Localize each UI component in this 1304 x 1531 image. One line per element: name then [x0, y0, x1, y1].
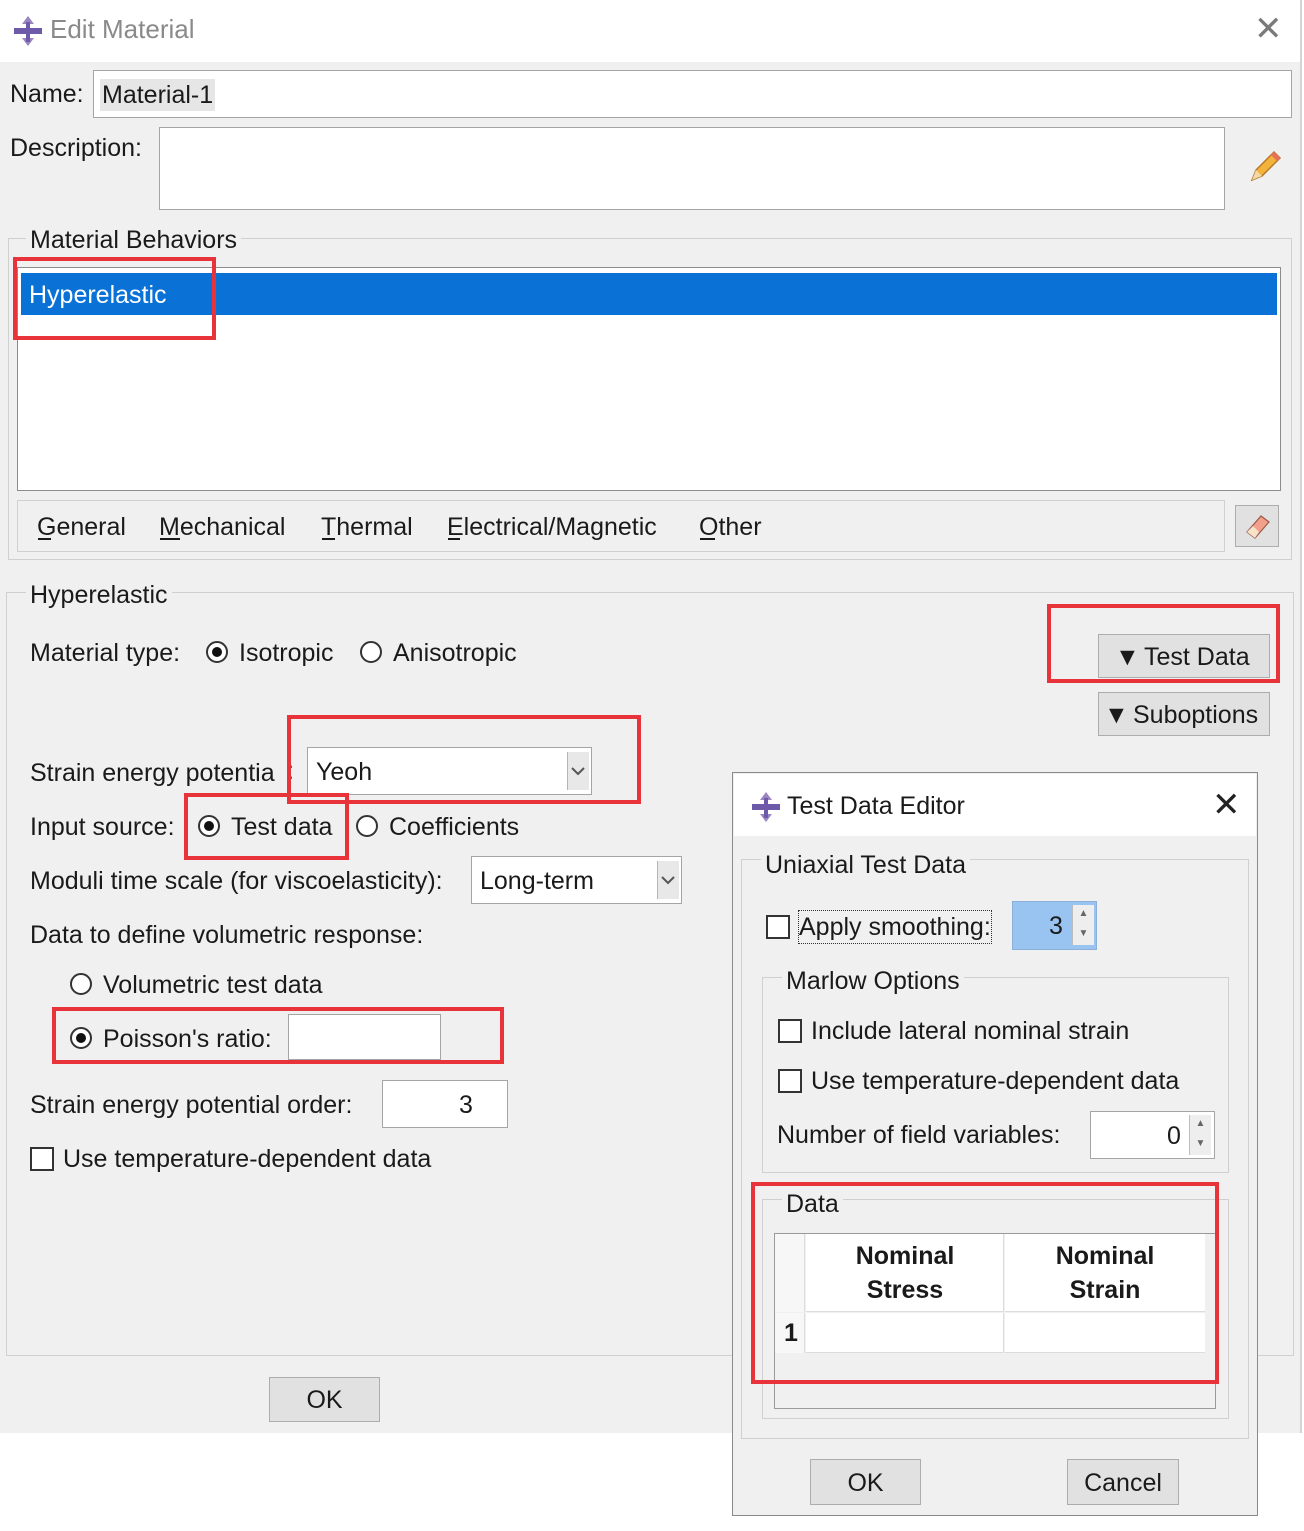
highlight-box: [13, 257, 216, 340]
material-type-label: Material type:: [30, 639, 181, 667]
spin-up-icon[interactable]: ▲: [1072, 905, 1094, 925]
moduli-select[interactable]: Long-term: [471, 856, 682, 904]
order-input[interactable]: 3: [382, 1080, 508, 1128]
moduli-value: Long-term: [480, 867, 594, 895]
isotropic-label[interactable]: Isotropic: [239, 637, 333, 669]
field-vars-label: Number of field variables:: [777, 1121, 1061, 1149]
test-data-editor-dialog: Test Data Editor ✕ Uniaxial Test Data Ap…: [732, 772, 1258, 1516]
smoothing-value: 3: [1049, 912, 1063, 940]
use-temp-checkbox[interactable]: [778, 1069, 802, 1093]
spin-down-icon[interactable]: ▼: [1072, 925, 1094, 945]
dialog-cancel-button[interactable]: Cancel: [1067, 1459, 1179, 1505]
dialog-title: Test Data Editor: [787, 792, 965, 820]
window-title: Edit Material: [50, 14, 195, 44]
dialog-ok-button[interactable]: OK: [810, 1459, 921, 1505]
dialog-title-bar: Test Data Editor ✕: [734, 774, 1256, 836]
close-icon[interactable]: ✕: [1254, 12, 1283, 46]
smoothing-spinbox[interactable]: 3 ▲ ▼: [1012, 901, 1097, 950]
abaqus-logo-icon: [14, 16, 42, 46]
accel-underline: [700, 538, 715, 540]
volumetric-label: Data to define volumetric response:: [30, 921, 424, 949]
apply-smoothing-checkbox[interactable]: [766, 915, 790, 939]
order-value: 3: [459, 1091, 473, 1119]
highlight-box: [751, 1182, 1219, 1384]
coefficients-label[interactable]: Coefficients: [389, 811, 519, 843]
close-icon[interactable]: ✕: [1212, 788, 1241, 822]
menu-electrical-magnetic[interactable]: Electrical/Magnetic: [447, 511, 657, 543]
accel-underline: [160, 538, 180, 540]
suboptions-button-label: Suboptions: [1133, 701, 1259, 729]
anisotropic-radio[interactable]: [360, 641, 382, 663]
hyperelastic-title: Hyperelastic: [26, 580, 172, 610]
accel-underline: [448, 538, 460, 540]
dialog-ok-label: OK: [847, 1469, 884, 1497]
isotropic-radio[interactable]: [206, 641, 228, 663]
field-vars-value: 0: [1167, 1122, 1181, 1150]
strain-energy-label: Strain energy potentia: [30, 759, 275, 787]
pencil-icon[interactable]: [1244, 148, 1284, 188]
name-input[interactable]: Material-1: [93, 70, 1292, 118]
marlow-options-title: Marlow Options: [782, 966, 964, 996]
abaqus-logo-icon: [752, 792, 780, 822]
highlight-box: [52, 1007, 504, 1064]
accel-underline: [322, 538, 335, 540]
spin-up-icon[interactable]: ▲: [1189, 1115, 1211, 1135]
ok-button-label: OK: [306, 1386, 343, 1414]
moduli-label: Moduli time scale (for viscoelasticity):: [30, 867, 443, 895]
temp-dependent-label[interactable]: Use temperature-dependent data: [63, 1143, 431, 1175]
volumetric-test-data-label[interactable]: Volumetric test data: [103, 969, 323, 1001]
temp-dependent-checkbox[interactable]: [30, 1147, 54, 1171]
apply-smoothing-label[interactable]: Apply smoothing:: [798, 910, 992, 944]
input-source-label: Input source:: [30, 813, 175, 841]
dialog-cancel-label: Cancel: [1084, 1469, 1162, 1497]
highlight-box: [1047, 604, 1280, 683]
volumetric-test-data-radio[interactable]: [70, 973, 92, 995]
highlight-box: [184, 793, 349, 860]
anisotropic-label[interactable]: Anisotropic: [393, 637, 517, 669]
material-behaviors-title: Material Behaviors: [26, 225, 242, 255]
field-vars-spinbox[interactable]: 0 ▲ ▼: [1090, 1111, 1215, 1159]
description-input[interactable]: [159, 127, 1225, 210]
spin-down-icon[interactable]: ▼: [1189, 1135, 1211, 1155]
use-temp-label[interactable]: Use temperature-dependent data: [811, 1065, 1179, 1097]
ok-button[interactable]: OK: [269, 1377, 380, 1422]
name-label: Name:: [10, 80, 84, 108]
suboptions-button[interactable]: ▼ Suboptions: [1098, 692, 1270, 736]
delete-behavior-button[interactable]: [1235, 505, 1279, 547]
coefficients-radio[interactable]: [356, 815, 378, 837]
chevron-down-icon[interactable]: [657, 861, 679, 899]
order-label: Strain energy potential order:: [30, 1091, 353, 1119]
include-lateral-checkbox[interactable]: [778, 1019, 802, 1043]
include-lateral-label[interactable]: Include lateral nominal strain: [811, 1015, 1129, 1047]
uniaxial-title: Uniaxial Test Data: [761, 850, 971, 880]
eraser-icon: [1246, 515, 1270, 539]
title-bar: Edit Material ✕: [0, 0, 1300, 62]
highlight-box: [287, 715, 641, 804]
name-value: Material-1: [100, 79, 216, 111]
description-label: Description:: [10, 134, 142, 162]
dropdown-triangle-icon: ▼: [1104, 701, 1129, 729]
accel-underline: [38, 538, 51, 540]
